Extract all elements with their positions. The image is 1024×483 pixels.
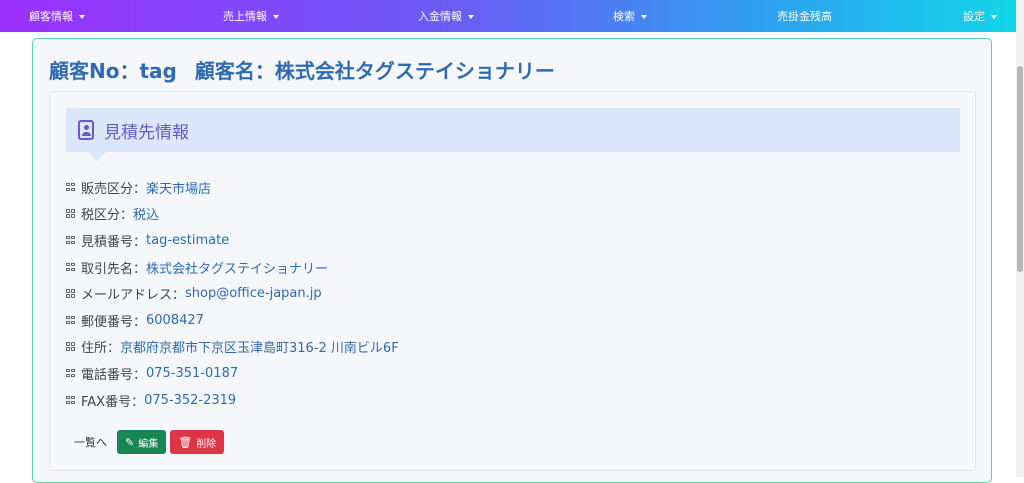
grid-icon	[66, 209, 75, 218]
grid-icon	[66, 262, 75, 272]
delete-button-label: 削除	[196, 438, 217, 450]
grid-icon	[66, 289, 75, 298]
grid-icon	[66, 235, 75, 245]
section-header-pointer	[88, 152, 106, 161]
nav-label: 検索	[613, 10, 635, 23]
field-estimate-number: 見積番号： tag-estimate	[66, 227, 399, 254]
field-label: 税区分：	[81, 208, 134, 224]
back-to-list-link[interactable]: 一覧へ	[66, 434, 117, 450]
field-label: 住所：	[81, 341, 121, 357]
field-value: 075-352-2319	[144, 392, 237, 408]
customer-number: 顧客No：tag	[49, 59, 177, 83]
chevron-down-icon	[468, 14, 474, 19]
nav-receivables-balance[interactable]: 売掛金残高	[777, 0, 832, 32]
nav-payment-info[interactable]: 入金情報	[418, 0, 474, 32]
chevron-down-icon	[79, 14, 85, 19]
field-value: 6008427	[146, 312, 204, 328]
field-client-name: 取引先名： 株式会社タグステイショナリー	[66, 254, 399, 281]
nav-label: 顧客情報	[29, 10, 73, 23]
field-tax-category: 税区分： 税込	[66, 201, 399, 228]
field-value: 株式会社タグステイショナリー	[146, 261, 329, 277]
section-title: 見積先情報	[104, 122, 189, 143]
field-label: 取引先名：	[81, 261, 147, 277]
section-header: 見積先情報	[66, 108, 960, 152]
field-label: 見積番号：	[81, 234, 147, 250]
page-title: 顧客No：tag 顧客名：株式会社タグステイショナリー	[49, 55, 555, 84]
action-bar: 一覧へ ✎ 編集 🗑 削除	[66, 430, 228, 454]
nav-sales-info[interactable]: 売上情報	[223, 0, 279, 32]
nav-search[interactable]: 検索	[613, 0, 647, 32]
trash-icon: 🗑	[178, 435, 193, 449]
field-value: shop@office-japan.jp	[185, 286, 322, 302]
chevron-down-icon	[641, 14, 647, 19]
grid-icon	[66, 182, 75, 192]
field-phone: 電話番号： 075-351-0187	[66, 360, 399, 387]
field-fax: FAX番号： 075-352-2319	[66, 387, 399, 414]
field-address: 住所： 京都府京都市下京区玉津島町316-2 川南ビル6F	[66, 334, 399, 361]
chevron-down-icon	[273, 14, 279, 19]
customer-name: 顧客名：株式会社タグステイショナリー	[194, 59, 555, 83]
estimate-info-card: 見積先情報 販売区分： 楽天市場店 税区分： 税込 見積番号： tag-estimat…	[49, 91, 976, 471]
top-navbar: 顧客情報 売上情報 入金情報 検索 売掛金残高 設定	[0, 0, 1016, 32]
edit-button-label: 編集	[138, 438, 159, 450]
customer-card: 顧客No：tag 顧客名：株式会社タグステイショナリー 見積先情報 販売区分： 楽天…	[32, 38, 992, 483]
grid-icon	[66, 395, 75, 405]
field-label: メールアドレス：	[81, 288, 186, 304]
info-list: 販売区分： 楽天市場店 税区分： 税込 見積番号： tag-estimate 取引先名…	[66, 174, 399, 413]
field-value: 京都府京都市下京区玉津島町316-2 川南ビル6F	[120, 341, 399, 357]
grid-icon	[66, 342, 75, 351]
field-sales-category: 販売区分： 楽天市場店	[66, 174, 399, 201]
chevron-down-icon	[991, 14, 997, 19]
nav-customer-info[interactable]: 顧客情報	[29, 0, 85, 32]
nav-label: 売掛金残高	[777, 10, 832, 23]
field-value: 楽天市場店	[146, 181, 212, 197]
field-value: 税込	[133, 208, 160, 224]
pencil-icon: ✎	[125, 435, 135, 449]
field-label: FAX番号：	[81, 394, 145, 410]
nav-settings[interactable]: 設定	[963, 0, 997, 32]
field-label: 郵便番号：	[81, 314, 147, 330]
grid-icon	[66, 315, 75, 325]
delete-button[interactable]: 🗑 削除	[170, 430, 225, 454]
grid-icon	[66, 368, 75, 378]
edit-button[interactable]: ✎ 編集	[117, 430, 167, 454]
nav-label: 売上情報	[223, 10, 267, 23]
field-email: メールアドレス： shop@office-japan.jp	[66, 280, 399, 307]
field-value: tag-estimate	[146, 232, 230, 248]
field-postal-code: 郵便番号： 6008427	[66, 307, 399, 334]
field-label: 販売区分：	[81, 181, 147, 197]
page-scrollbar[interactable]	[1016, 0, 1024, 477]
field-value: 075-351-0187	[146, 365, 239, 381]
nav-label: 入金情報	[418, 10, 462, 23]
scrollbar-thumb[interactable]	[1017, 66, 1023, 272]
nav-label: 設定	[963, 10, 985, 23]
field-label: 電話番号：	[81, 367, 147, 383]
contact-card-icon	[78, 120, 94, 140]
